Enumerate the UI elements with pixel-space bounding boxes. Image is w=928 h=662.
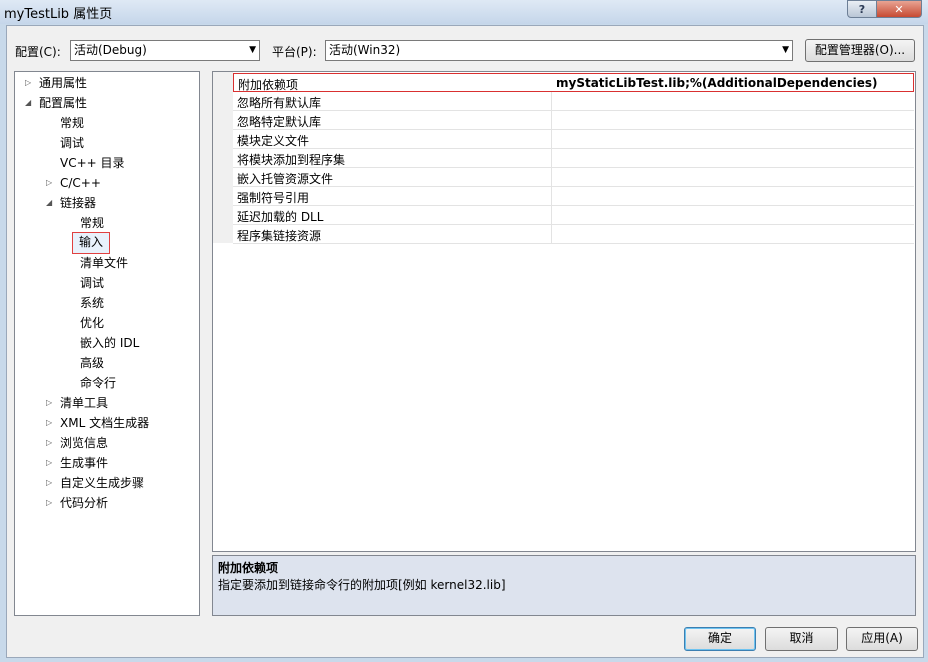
config-combo-value: 活动(Debug) [74,43,147,57]
property-row-additional-dependencies[interactable]: 附加依赖项 myStaticLibTest.lib;%(AdditionalDe… [233,73,914,92]
collapse-icon[interactable]: ◢ [46,194,52,212]
title-bar: myTestLib 属性页 ? ✕ [0,0,928,24]
property-name: 嵌入托管资源文件 [237,172,334,186]
expand-icon[interactable]: ▷ [46,454,52,472]
tree-item-label: 配置属性 [39,96,88,110]
tree-item-linker-general[interactable]: 常规 [80,214,104,232]
window-title: myTestLib 属性页 [4,7,113,22]
config-manager-button[interactable]: 配置管理器(O)... [805,39,915,62]
tree-item-manifest-tool[interactable]: ▷ 清单工具 [46,394,108,412]
tree-item-linker-input[interactable]: 输入 [72,232,111,254]
tree-item-debugging[interactable]: 调试 [60,134,84,152]
property-row[interactable]: 强制符号引用 [233,187,914,206]
title-buttons: ? ✕ [847,0,922,18]
property-row[interactable]: 忽略特定默认库 [233,111,914,130]
config-combo[interactable]: 活动(Debug) ▼ [70,40,260,61]
tree-item-build-events[interactable]: ▷ 生成事件 [46,454,108,472]
tree-item-manifest-file[interactable]: 清单文件 [80,254,128,272]
tree-item-advanced[interactable]: 高级 [80,354,104,372]
tree-item-vc-directories[interactable]: VC++ 目录 [60,154,125,172]
tree-item-optimization[interactable]: 优化 [80,314,104,332]
column-divider [551,225,552,244]
tree-item-command-line[interactable]: 命令行 [80,374,116,392]
description-pane: 附加依赖项 指定要添加到链接命令行的附加项[例如 kernel32.lib] [212,555,916,616]
help-button[interactable]: ? [847,0,877,18]
tree-item-linker-debugging[interactable]: 调试 [80,274,104,292]
tree-item-label: 浏览信息 [60,436,109,450]
tree-item-custom-build-step[interactable]: ▷ 自定义生成步骤 [46,474,144,492]
property-pages-window: myTestLib 属性页 ? ✕ 配置(C): 活动(Debug) ▼ 平台(… [0,0,928,662]
cancel-button[interactable]: 取消 [765,627,838,651]
tree-item-label: 清单工具 [60,396,109,410]
platform-label: 平台(P): [272,45,317,59]
grid-gutter [213,72,233,243]
tree-item-label: C/C++ [60,176,101,190]
property-name: 强制符号引用 [237,191,310,205]
platform-combo[interactable]: 活动(Win32) ▼ [325,40,793,61]
tree-item-config-properties[interactable]: ◢ 配置属性 [25,94,87,112]
tree-item-code-analysis[interactable]: ▷ 代码分析 [46,494,108,512]
column-divider [551,187,552,206]
dialog-client: 配置(C): 活动(Debug) ▼ 平台(P): 活动(Win32) ▼ 配置… [6,25,924,658]
ok-button[interactable]: 确定 [684,627,756,651]
property-name: 模块定义文件 [237,134,310,148]
chevron-down-icon: ▼ [249,45,256,55]
property-name: 附加依赖项 [238,78,299,92]
property-name: 忽略所有默认库 [237,96,322,110]
column-divider [551,130,552,149]
tree-item-common-properties[interactable]: ▷ 通用属性 [25,74,87,92]
tree-item-label: 代码分析 [60,496,109,510]
column-divider [551,92,552,111]
property-row[interactable]: 模块定义文件 [233,130,914,149]
tree-item-linker[interactable]: ◢ 链接器 [46,194,96,212]
tree-item-general[interactable]: 常规 [60,114,84,132]
tree-item-label: 自定义生成步骤 [60,476,145,490]
property-row[interactable]: 忽略所有默认库 [233,92,914,111]
property-row[interactable]: 将模块添加到程序集 [233,149,914,168]
expand-icon[interactable]: ▷ [46,494,52,512]
column-divider [551,206,552,225]
property-row[interactable]: 延迟加载的 DLL [233,206,914,225]
expand-icon[interactable]: ▷ [46,394,52,412]
tree-item-label: 通用属性 [39,76,88,90]
collapse-icon[interactable]: ◢ [25,94,31,112]
property-name: 将模块添加到程序集 [237,153,346,167]
column-divider [551,168,552,187]
chevron-down-icon: ▼ [782,45,789,55]
tree-item-browse-info[interactable]: ▷ 浏览信息 [46,434,108,452]
property-name: 程序集链接资源 [237,229,322,243]
tree-item-xml-doc-generator[interactable]: ▷ XML 文档生成器 [46,414,149,432]
platform-combo-value: 活动(Win32) [329,43,401,57]
tree-item-embedded-idl[interactable]: 嵌入的 IDL [80,334,139,352]
expand-icon[interactable]: ▷ [25,74,31,92]
property-row[interactable]: 嵌入托管资源文件 [233,168,914,187]
description-title: 附加依赖项 [218,561,279,575]
tree-item-c-cpp[interactable]: ▷ C/C++ [46,174,101,192]
tree-item-label: 生成事件 [60,456,109,470]
expand-icon[interactable]: ▷ [46,174,52,192]
tree-item-label: 链接器 [60,196,97,210]
tree-item-system[interactable]: 系统 [80,294,104,312]
property-name: 忽略特定默认库 [237,115,322,129]
property-value[interactable]: myStaticLibTest.lib;%(AdditionalDependen… [556,76,877,90]
column-divider [551,111,552,130]
property-grid: 附加依赖项 myStaticLibTest.lib;%(AdditionalDe… [212,71,916,552]
property-name: 延迟加载的 DLL [237,210,324,224]
property-tree: ▷ 通用属性 ◢ 配置属性 常规 调试 VC++ 目录 ▷ C/C++ ◢ 链接… [14,71,200,616]
close-button[interactable]: ✕ [877,0,922,18]
expand-icon[interactable]: ▷ [46,434,52,452]
expand-icon[interactable]: ▷ [46,474,52,492]
property-row[interactable]: 程序集链接资源 [233,225,914,244]
config-label: 配置(C): [15,45,61,59]
apply-button[interactable]: 应用(A) [846,627,918,651]
tree-item-label: XML 文档生成器 [60,416,150,430]
column-divider [551,149,552,168]
expand-icon[interactable]: ▷ [46,414,52,432]
description-text: 指定要添加到链接命令行的附加项[例如 kernel32.lib] [218,578,506,592]
